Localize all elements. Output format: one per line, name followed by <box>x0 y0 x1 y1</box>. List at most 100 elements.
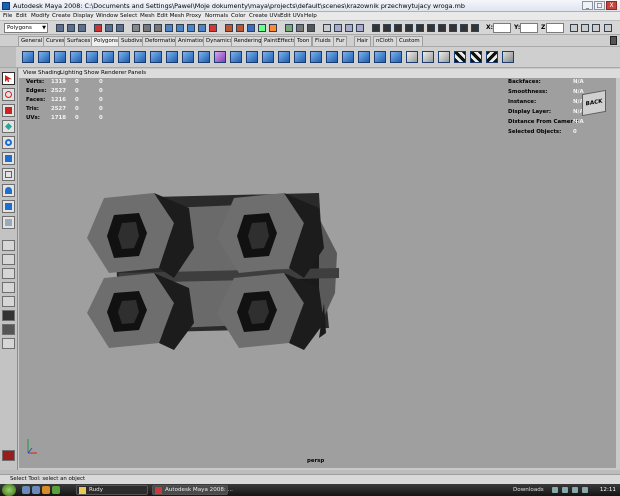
menu-select[interactable]: Select <box>120 12 137 21</box>
scale-tool[interactable] <box>2 152 15 165</box>
panel-menu-view[interactable]: View <box>23 69 36 78</box>
snap-view-plane-icon[interactable] <box>258 24 266 32</box>
poly-plane-icon[interactable] <box>86 51 98 63</box>
smooth-icon[interactable] <box>262 51 274 63</box>
select-tool[interactable] <box>2 72 15 85</box>
menu-proxy[interactable]: Proxy <box>186 12 201 21</box>
tab-hair[interactable]: Hair <box>354 36 372 46</box>
menu-edit[interactable]: Edit <box>16 12 27 21</box>
four-view-layout-button[interactable] <box>2 254 15 265</box>
taskbar-item-rudy[interactable]: Rudy <box>76 485 148 495</box>
construction-history-icon[interactable] <box>307 24 315 32</box>
selection-mask-icon-8[interactable] <box>209 24 217 32</box>
selection-mask-icon-7[interactable] <box>198 24 206 32</box>
select-by-object-icon[interactable] <box>105 24 113 32</box>
maximize-button[interactable]: □ <box>594 1 605 10</box>
split-polygon-icon[interactable] <box>294 51 306 63</box>
hypershade-icon[interactable] <box>372 24 380 32</box>
show-manipulator-tool[interactable] <box>2 200 15 213</box>
tab-surfaces[interactable]: Surfaces <box>64 36 94 46</box>
panel-menu-lighting[interactable]: Lighting <box>60 69 83 78</box>
hypershade-layout-button[interactable] <box>2 310 15 321</box>
selection-mask-icon-3[interactable] <box>154 24 162 32</box>
input-ops-icon[interactable] <box>285 24 293 32</box>
tray-security-icon[interactable] <box>572 487 578 493</box>
move-tool[interactable] <box>2 120 15 133</box>
uv-texture-editor-icon[interactable] <box>502 51 514 63</box>
select-by-component-icon[interactable] <box>116 24 124 32</box>
cylindrical-mapping-icon[interactable] <box>422 51 434 63</box>
new-scene-icon[interactable] <box>56 24 64 32</box>
poly-helix-icon[interactable] <box>166 51 178 63</box>
output-ops-icon[interactable] <box>296 24 304 32</box>
open-scene-icon[interactable] <box>67 24 75 32</box>
panel-menu-panels[interactable]: Panels <box>128 69 146 78</box>
tray-update-icon[interactable] <box>582 487 588 493</box>
layer-editor-toggle-icon[interactable] <box>604 24 612 32</box>
menu-help[interactable]: Help <box>304 12 317 21</box>
menu-create[interactable]: Create <box>52 12 71 21</box>
tray-downloads-label[interactable]: Downloads <box>513 484 544 496</box>
single-perspective-layout-button[interactable] <box>2 240 15 251</box>
persp-graph-layout-button[interactable] <box>2 282 15 293</box>
taskbar-item-maya[interactable]: Autodesk Maya 2008: ... <box>152 485 233 495</box>
render-view-icon[interactable] <box>323 24 331 32</box>
selection-mask-icon-2[interactable] <box>143 24 151 32</box>
bridge-icon[interactable] <box>358 51 370 63</box>
menu-create-uvs[interactable]: Create UVs <box>249 12 280 21</box>
attribute-editor-icon[interactable] <box>460 24 468 32</box>
poly-torus-icon[interactable] <box>102 51 114 63</box>
poly-cylinder-icon[interactable] <box>54 51 66 63</box>
trash-icon[interactable] <box>610 36 617 45</box>
close-button[interactable]: X <box>606 1 617 10</box>
tool-settings-toggle-icon[interactable] <box>581 24 589 32</box>
tab-custom[interactable]: Custom <box>396 36 423 46</box>
panel-menu-renderer[interactable]: Renderer <box>101 69 127 78</box>
automatic-mapping-icon[interactable] <box>470 51 482 63</box>
hypergraph-icon[interactable] <box>383 24 391 32</box>
menu-modify[interactable]: Modify <box>31 12 50 21</box>
append-polygon-icon[interactable] <box>278 51 290 63</box>
poly-sphere-icon[interactable] <box>22 51 34 63</box>
render-view-layout-button[interactable] <box>2 324 15 335</box>
render-settings-icon[interactable] <box>356 24 364 32</box>
persp-outliner-layout-button[interactable] <box>2 268 15 279</box>
channel-box-icon[interactable] <box>471 24 479 32</box>
attribute-editor-toggle-icon[interactable] <box>570 24 578 32</box>
unfold-uvs-icon[interactable] <box>486 51 498 63</box>
tab-ncloth[interactable]: nCloth <box>373 36 397 46</box>
panel-menu-show[interactable]: Show <box>84 69 99 78</box>
spherical-mapping-icon[interactable] <box>438 51 450 63</box>
menu-color[interactable]: Color <box>231 12 246 21</box>
menu-display[interactable]: Display <box>73 12 94 21</box>
shelf-menu-gutter[interactable] <box>0 47 16 67</box>
menu-window[interactable]: Window <box>96 12 118 21</box>
rotate-tool[interactable] <box>2 136 15 149</box>
tab-toon[interactable]: Toon <box>294 36 313 46</box>
quicklaunch-icon-1[interactable] <box>22 486 30 494</box>
extract-icon[interactable] <box>246 51 258 63</box>
menu-edit-mesh[interactable]: Edit Mesh <box>157 12 184 21</box>
merge-icon[interactable] <box>390 51 402 63</box>
uv-checker-icon[interactable] <box>454 51 466 63</box>
y-coordinate-input[interactable] <box>520 23 538 33</box>
offset-edge-loop-icon[interactable] <box>326 51 338 63</box>
tray-network-icon[interactable] <box>552 487 558 493</box>
tray-volume-icon[interactable] <box>562 487 568 493</box>
tab-general[interactable]: General <box>18 36 46 46</box>
outliner-icon[interactable] <box>394 24 402 32</box>
snap-point-icon[interactable] <box>247 24 255 32</box>
panel-menu-shading[interactable]: Shading <box>38 69 61 78</box>
menu-mesh[interactable]: Mesh <box>140 12 155 21</box>
poly-pyramid-icon[interactable] <box>134 51 146 63</box>
tab-fluids[interactable]: Fluids <box>312 36 334 46</box>
poly-pipe-icon[interactable] <box>150 51 162 63</box>
poly-platonic-icon[interactable] <box>198 51 210 63</box>
dope-sheet-icon[interactable] <box>416 24 424 32</box>
script-editor-icon[interactable] <box>438 24 446 32</box>
start-button[interactable] <box>2 484 16 496</box>
paint-select-tool[interactable] <box>2 104 15 117</box>
insert-edge-loop-icon[interactable] <box>310 51 322 63</box>
bevel-icon[interactable] <box>374 51 386 63</box>
select-by-hierarchy-icon[interactable] <box>94 24 102 32</box>
